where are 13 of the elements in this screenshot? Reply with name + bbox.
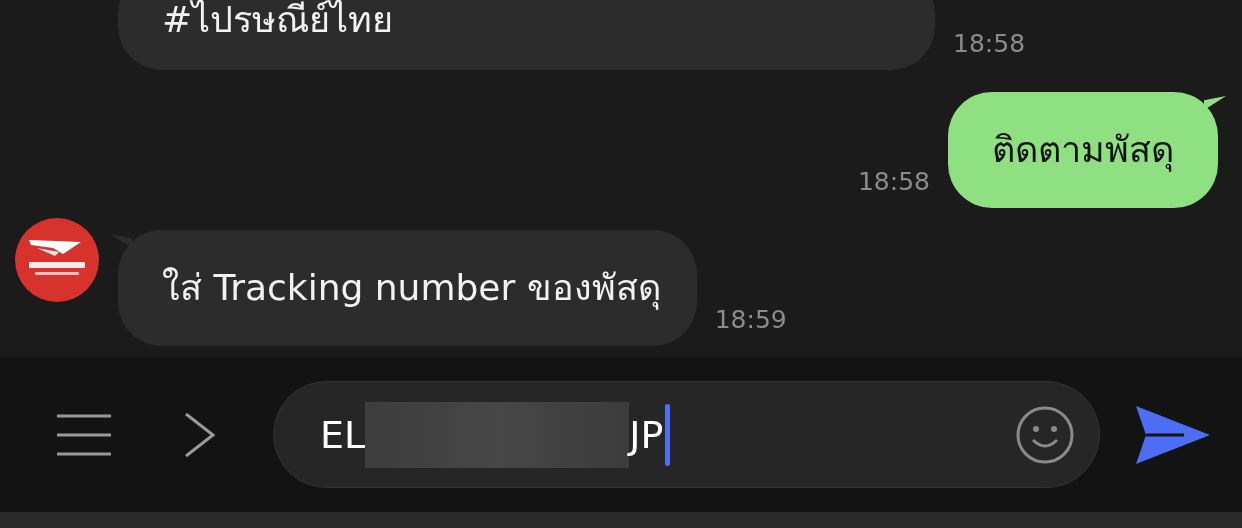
text-cursor bbox=[665, 403, 671, 466]
message-bubble: ติดตามพัสดุ bbox=[948, 92, 1218, 208]
send-icon[interactable] bbox=[1136, 405, 1210, 464]
message-time: 18:58 bbox=[857, 167, 930, 196]
message-time: 18:58 bbox=[953, 29, 1026, 58]
menu-icon[interactable] bbox=[57, 413, 111, 456]
avatar-icon[interactable] bbox=[15, 218, 99, 302]
message-bubble: ใส่ Tracking number ของพัสดุ bbox=[118, 230, 697, 346]
message-bubble: #ไปรษณีย์ไทย bbox=[118, 0, 935, 70]
chevron-right-icon[interactable] bbox=[184, 411, 216, 458]
message-input-field[interactable]: EL JP bbox=[273, 381, 1100, 488]
message-time: 18:59 bbox=[714, 305, 787, 334]
smiley-icon[interactable] bbox=[1015, 404, 1075, 465]
